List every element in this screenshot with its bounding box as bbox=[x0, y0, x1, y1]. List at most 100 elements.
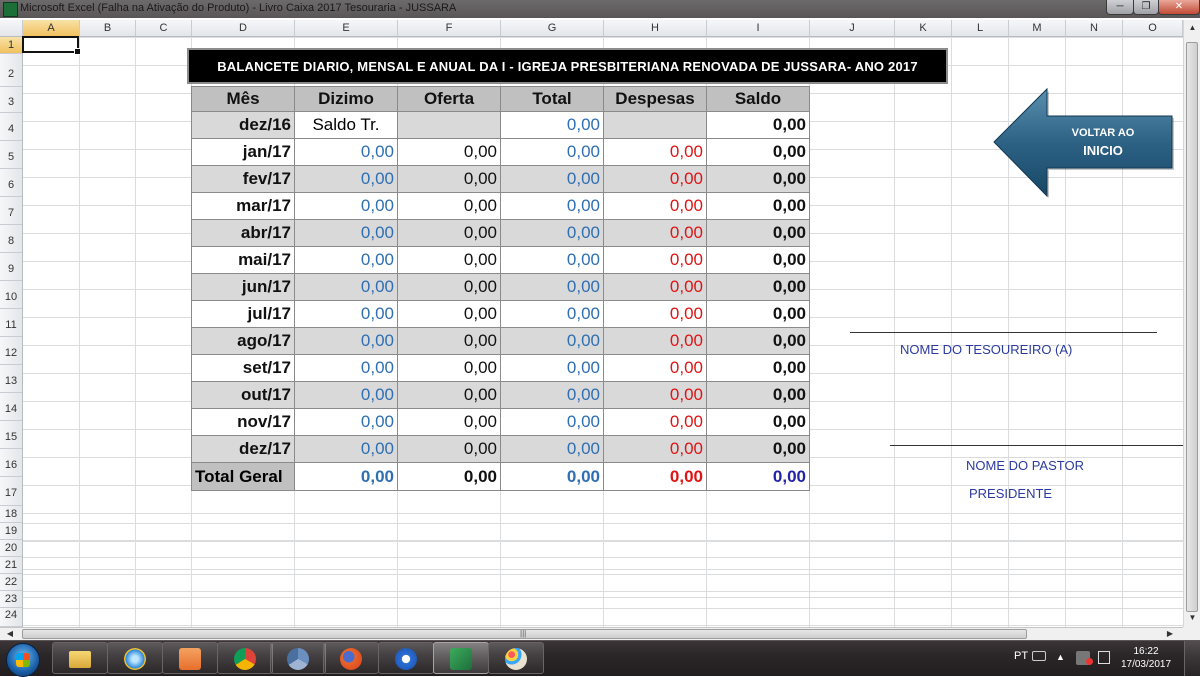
cell-saldo[interactable]: 0,00 bbox=[706, 354, 810, 382]
cell-saldo[interactable]: 0,00 bbox=[706, 273, 810, 301]
row-header[interactable]: 3 bbox=[0, 87, 22, 113]
cell-oferta[interactable]: 0,00 bbox=[397, 219, 501, 247]
header-oferta[interactable]: Oferta bbox=[397, 86, 501, 112]
cell-month[interactable]: jul/17 bbox=[191, 300, 295, 328]
restore-button[interactable]: ❐ bbox=[1133, 0, 1159, 15]
cell-month[interactable]: fev/17 bbox=[191, 165, 295, 193]
selected-cell-a1[interactable] bbox=[22, 36, 81, 55]
cell-dizimo[interactable]: 0,00 bbox=[294, 300, 398, 328]
cell-oferta[interactable]: 0,00 bbox=[397, 273, 501, 301]
row-header[interactable]: 16 bbox=[0, 449, 22, 477]
cell-saldo[interactable]: 0,00 bbox=[706, 165, 810, 193]
column-header-h[interactable]: H bbox=[604, 20, 707, 36]
scroll-right-arrow-icon[interactable]: ▶ bbox=[1164, 628, 1176, 640]
cell-saldo[interactable]: 0,00 bbox=[706, 408, 810, 436]
cell-saldo[interactable]: 0,00 bbox=[706, 192, 810, 220]
row-header[interactable]: 1 bbox=[0, 37, 22, 54]
cell-dizimo[interactable]: 0,00 bbox=[294, 435, 398, 463]
total-dizimo[interactable]: 0,00 bbox=[294, 462, 398, 491]
cell-month[interactable]: mar/17 bbox=[191, 192, 295, 220]
cell-despesas[interactable]: 0,00 bbox=[603, 354, 707, 382]
cell-dizimo[interactable]: 0,00 bbox=[294, 219, 398, 247]
cell-total[interactable]: 0,00 bbox=[500, 165, 604, 193]
cell-month[interactable]: dez/17 bbox=[191, 435, 295, 463]
close-button[interactable]: ✕ bbox=[1158, 0, 1200, 15]
cell-oferta[interactable] bbox=[397, 111, 501, 139]
row-header[interactable]: 18 bbox=[0, 506, 22, 523]
column-header-m[interactable]: M bbox=[1009, 20, 1066, 36]
cell-dizimo[interactable]: 0,00 bbox=[294, 273, 398, 301]
show-desktop-button[interactable] bbox=[1184, 641, 1200, 676]
column-header-c[interactable]: C bbox=[136, 20, 192, 36]
row-header[interactable]: 24 bbox=[0, 608, 22, 627]
cell-oferta[interactable]: 0,00 bbox=[397, 138, 501, 166]
scroll-left-arrow-icon[interactable]: ◀ bbox=[4, 628, 16, 640]
cell-dizimo[interactable]: Saldo Tr. bbox=[294, 111, 398, 139]
cell-dizimo[interactable]: 0,00 bbox=[294, 408, 398, 436]
vertical-scrollbar[interactable]: ▲ ▼ bbox=[1183, 20, 1200, 627]
header-saldo[interactable]: Saldo bbox=[706, 86, 810, 112]
cell-oferta[interactable]: 0,00 bbox=[397, 165, 501, 193]
taskbar-chrome[interactable] bbox=[217, 642, 273, 674]
row-header[interactable]: 19 bbox=[0, 523, 22, 540]
total-total[interactable]: 0,00 bbox=[500, 462, 604, 491]
column-header-j[interactable]: J bbox=[810, 20, 895, 36]
column-header-n[interactable]: N bbox=[1066, 20, 1123, 36]
header-despesas[interactable]: Despesas bbox=[603, 86, 707, 112]
cell-dizimo[interactable]: 0,00 bbox=[294, 138, 398, 166]
cell-despesas[interactable]: 0,00 bbox=[603, 165, 707, 193]
show-hidden-icons-icon[interactable]: ▲ bbox=[1056, 641, 1065, 676]
language-indicator[interactable]: PT bbox=[1014, 641, 1028, 676]
total-label[interactable]: Total Geral bbox=[191, 462, 295, 491]
column-header-o[interactable]: O bbox=[1123, 20, 1183, 36]
cell-saldo[interactable]: 0,00 bbox=[706, 138, 810, 166]
cell-total[interactable]: 0,00 bbox=[500, 435, 604, 463]
cell-saldo[interactable]: 0,00 bbox=[706, 219, 810, 247]
fill-handle[interactable] bbox=[74, 48, 81, 55]
column-header-a[interactable]: A bbox=[23, 20, 80, 36]
header-mes[interactable]: Mês bbox=[191, 86, 295, 112]
cell-saldo[interactable]: 0,00 bbox=[706, 246, 810, 274]
cell-month[interactable]: ago/17 bbox=[191, 327, 295, 355]
taskbar-chrome-2[interactable] bbox=[270, 642, 326, 674]
cell-month[interactable]: abr/17 bbox=[191, 219, 295, 247]
keyboard-icon[interactable] bbox=[1032, 651, 1046, 661]
row-header[interactable]: 8 bbox=[0, 225, 22, 253]
taskbar-media-player[interactable] bbox=[162, 642, 218, 674]
back-to-start-button[interactable]: VOLTAR AO INICIO bbox=[990, 86, 1175, 198]
cell-total[interactable]: 0,00 bbox=[500, 192, 604, 220]
cell-month[interactable]: dez/16 bbox=[191, 111, 295, 139]
total-despesas[interactable]: 0,00 bbox=[603, 462, 707, 491]
excel-app-icon[interactable] bbox=[3, 2, 18, 17]
cell-oferta[interactable]: 0,00 bbox=[397, 192, 501, 220]
cell-despesas[interactable]: 0,00 bbox=[603, 192, 707, 220]
cell-total[interactable]: 0,00 bbox=[500, 300, 604, 328]
cell-saldo[interactable]: 0,00 bbox=[706, 327, 810, 355]
cell-total[interactable]: 0,00 bbox=[500, 327, 604, 355]
taskbar-firefox[interactable] bbox=[323, 642, 379, 674]
cell-oferta[interactable]: 0,00 bbox=[397, 408, 501, 436]
cell-month[interactable]: mai/17 bbox=[191, 246, 295, 274]
row-header[interactable]: 20 bbox=[0, 540, 22, 557]
row-header[interactable]: 23 bbox=[0, 591, 22, 608]
column-header-k[interactable]: K bbox=[895, 20, 952, 36]
total-oferta[interactable]: 0,00 bbox=[397, 462, 501, 491]
cell-saldo[interactable]: 0,00 bbox=[706, 381, 810, 409]
taskbar-internet-explorer[interactable] bbox=[107, 642, 163, 674]
column-header-b[interactable]: B bbox=[80, 20, 136, 36]
row-header[interactable]: 13 bbox=[0, 365, 22, 393]
row-header[interactable]: 10 bbox=[0, 281, 22, 309]
cell-despesas[interactable]: 0,00 bbox=[603, 246, 707, 274]
cell-saldo[interactable]: 0,00 bbox=[706, 300, 810, 328]
cell-dizimo[interactable]: 0,00 bbox=[294, 192, 398, 220]
select-all-corner[interactable] bbox=[0, 20, 23, 36]
scroll-down-arrow-icon[interactable]: ▼ bbox=[1184, 610, 1200, 626]
cell-dizimo[interactable]: 0,00 bbox=[294, 165, 398, 193]
row-header[interactable]: 4 bbox=[0, 113, 22, 141]
row-header[interactable]: 6 bbox=[0, 169, 22, 197]
cell-oferta[interactable]: 0,00 bbox=[397, 354, 501, 382]
cell-dizimo[interactable]: 0,00 bbox=[294, 327, 398, 355]
total-saldo[interactable]: 0,00 bbox=[706, 462, 810, 491]
minimize-button[interactable]: ─ bbox=[1106, 0, 1134, 15]
cell-total[interactable]: 0,00 bbox=[500, 246, 604, 274]
